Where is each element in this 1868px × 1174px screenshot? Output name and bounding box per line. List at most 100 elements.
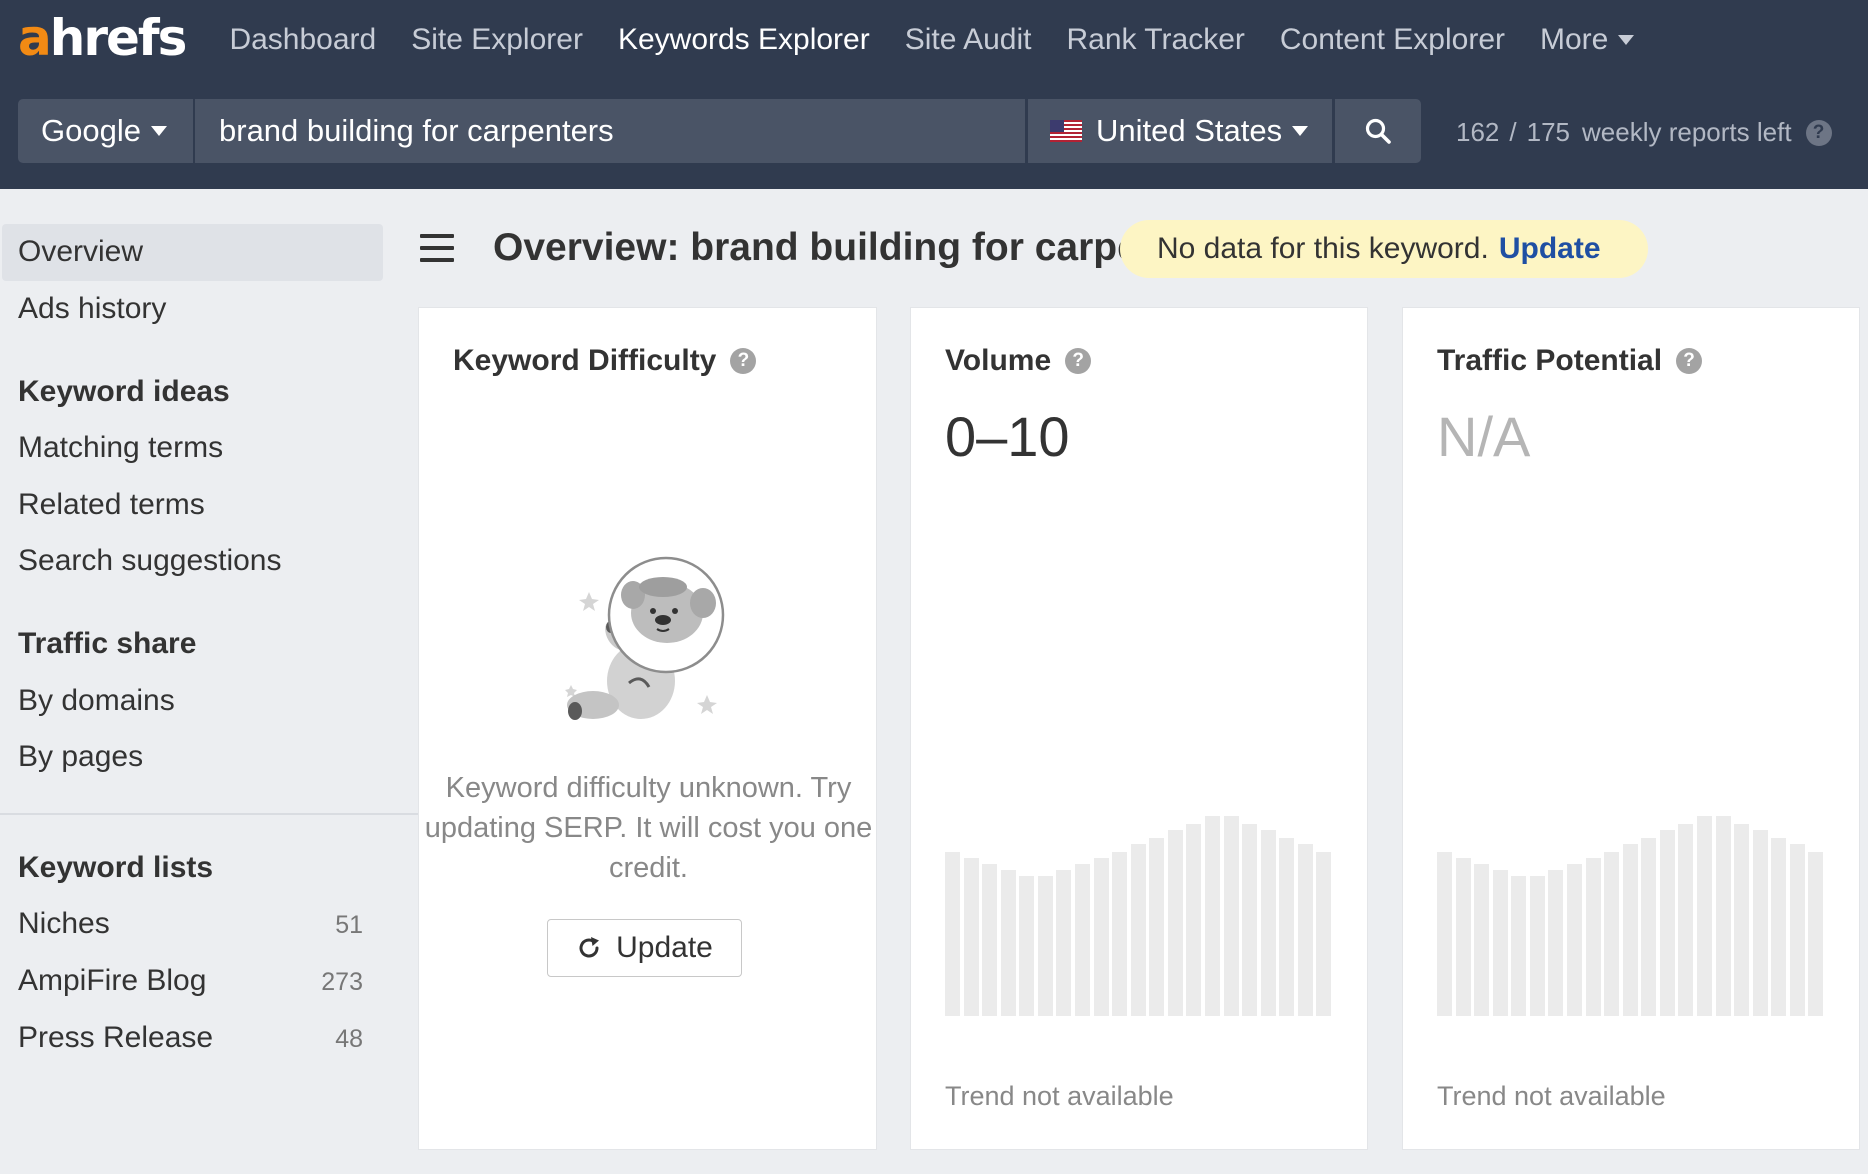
traffic-trend-note: Trend not available	[1437, 1081, 1666, 1111]
trend-placeholder-bar	[1186, 824, 1202, 1016]
list-count-niches: 51	[335, 911, 363, 939]
sidebar-item-related-terms[interactable]: Related terms	[18, 488, 205, 522]
trend-placeholder-bar	[1242, 824, 1258, 1016]
ahrefs-logo[interactable]: ahrefs	[18, 13, 187, 63]
reports-separator: /	[1509, 117, 1517, 147]
sidebar-divider	[0, 813, 418, 815]
trend-placeholder-bar	[1149, 838, 1165, 1016]
notice-update-link[interactable]: Update	[1499, 232, 1601, 266]
trend-placeholder-bar	[1316, 852, 1332, 1016]
trend-placeholder-bar	[1279, 838, 1295, 1016]
nav-keywords-explorer[interactable]: Keywords Explorer	[618, 23, 870, 57]
trend-placeholder-bar	[1037, 876, 1053, 1016]
trend-placeholder-bar	[1437, 852, 1453, 1016]
trend-placeholder-bar	[1019, 876, 1035, 1016]
trend-placeholder-bar	[1529, 876, 1545, 1016]
help-icon[interactable]: ?	[1805, 119, 1832, 146]
help-icon[interactable]: ?	[1065, 348, 1092, 374]
trend-placeholder-bar	[945, 852, 961, 1016]
sidebar-heading-keyword-lists: Keyword lists	[18, 851, 214, 884]
list-count-ampifire-blog: 273	[321, 968, 363, 996]
trend-placeholder-bar	[1715, 816, 1731, 1016]
trend-placeholder-bar	[1789, 844, 1805, 1016]
trend-placeholder-bar	[1075, 864, 1091, 1016]
trend-placeholder-bar	[1297, 844, 1313, 1016]
nav-site-audit[interactable]: Site Audit	[905, 23, 1032, 57]
traffic-value: N/A	[1437, 405, 1531, 468]
keyword-input[interactable]	[195, 99, 1025, 163]
kd-title-row: Keyword Difficulty ?	[453, 344, 757, 378]
update-button-label: Update	[616, 931, 713, 964]
search-button[interactable]	[1335, 99, 1421, 163]
sidebar-item-press-release[interactable]: Press Release	[18, 1021, 213, 1055]
traffic-title-row: Traffic Potential ?	[1437, 344, 1703, 378]
top-navigation: ahrefs Dashboard Site Explorer Keywords …	[0, 0, 1868, 79]
trend-placeholder-bar	[963, 858, 979, 1016]
trend-placeholder-bar	[1752, 830, 1768, 1016]
refresh-icon	[579, 937, 600, 958]
trend-placeholder-bar	[1112, 852, 1128, 1016]
help-icon[interactable]: ?	[730, 348, 757, 374]
traffic-potential-card: Traffic Potential ? N/A Trend not availa…	[1402, 307, 1860, 1150]
trend-placeholder-bar	[1771, 838, 1787, 1016]
sidebar-item-matching-terms[interactable]: Matching terms	[18, 431, 223, 465]
traffic-title: Traffic Potential	[1437, 344, 1663, 377]
sidebar-heading-keyword-ideas: Keyword ideas	[18, 375, 230, 408]
astronaut-koala-illustration	[565, 556, 725, 720]
volume-trend-note: Trend not available	[945, 1081, 1174, 1111]
trend-placeholder-bar	[1585, 858, 1601, 1016]
nav-dashboard[interactable]: Dashboard	[229, 23, 376, 57]
sidebar-item-ampifire-blog[interactable]: AmpiFire Blog	[18, 964, 206, 998]
trend-placeholder-bar	[1511, 876, 1527, 1016]
volume-value: 0–10	[945, 405, 1070, 468]
trend-placeholder-bar	[1734, 824, 1750, 1016]
trend-placeholder-bar	[1808, 852, 1824, 1016]
help-icon[interactable]: ?	[1676, 348, 1703, 374]
reports-used: 162	[1456, 117, 1500, 147]
sidebar-item-niches[interactable]: Niches	[18, 907, 110, 941]
trend-placeholder-bar	[1056, 870, 1072, 1016]
volume-title: Volume	[945, 344, 1052, 377]
trend-placeholder-bar	[1093, 858, 1109, 1016]
volume-title-row: Volume ?	[945, 344, 1092, 378]
trend-placeholder-bar	[982, 864, 998, 1016]
trend-placeholder-bar	[1678, 824, 1694, 1016]
sidebar-item-by-pages[interactable]: By pages	[18, 740, 143, 774]
sidebar-item-search-suggestions[interactable]: Search suggestions	[18, 544, 282, 578]
no-data-notice: No data for this keyword. Update	[1120, 220, 1648, 278]
sidebar-item-ads-history[interactable]: Ads history	[18, 292, 166, 326]
search-engine-select[interactable]: Google	[18, 99, 193, 163]
nav-rank-tracker[interactable]: Rank Tracker	[1066, 23, 1244, 57]
nav-more-menu[interactable]: More	[1540, 23, 1635, 57]
update-button[interactable]: Update	[547, 919, 742, 977]
caret-down-icon	[150, 126, 167, 136]
reports-total: 175	[1526, 117, 1571, 147]
sidebar-item-overview[interactable]: Overview	[18, 235, 143, 269]
kd-unknown-message: Keyword difficulty unknown. Try updating…	[424, 772, 873, 884]
country-label: United States	[1096, 113, 1283, 148]
trend-placeholder-bar	[1167, 830, 1183, 1016]
trend-placeholder-bar	[1260, 830, 1276, 1016]
volume-trend-placeholder	[945, 816, 1335, 1016]
hamburger-menu-icon[interactable]	[420, 234, 456, 264]
nav-site-explorer[interactable]: Site Explorer	[411, 23, 583, 57]
caret-down-icon	[1292, 126, 1309, 136]
trend-placeholder-bar	[1130, 844, 1146, 1016]
trend-placeholder-bar	[1641, 838, 1657, 1016]
trend-placeholder-bar	[1000, 870, 1016, 1016]
search-engine-label: Google	[41, 113, 141, 148]
country-select[interactable]: United States	[1028, 99, 1332, 163]
nav-content-explorer[interactable]: Content Explorer	[1280, 23, 1505, 57]
traffic-trend-placeholder	[1437, 816, 1827, 1016]
trend-placeholder-bar	[1492, 870, 1508, 1016]
weekly-reports-counter: 162 / 175 weekly reports left ?	[1456, 117, 1832, 148]
trend-placeholder-bar	[1567, 864, 1583, 1016]
sidebar-item-by-domains[interactable]: By domains	[18, 684, 175, 718]
trend-placeholder-bar	[1474, 864, 1490, 1016]
us-flag-icon	[1050, 120, 1082, 142]
search-icon	[1365, 118, 1391, 144]
sidebar-heading-traffic-share: Traffic share	[18, 627, 197, 660]
keyword-difficulty-card: Keyword Difficulty ? Keyword difficulty …	[418, 307, 877, 1150]
trend-placeholder-bar	[1659, 830, 1675, 1016]
search-bar: Google United States 162 / 175 weekly re…	[0, 79, 1868, 189]
